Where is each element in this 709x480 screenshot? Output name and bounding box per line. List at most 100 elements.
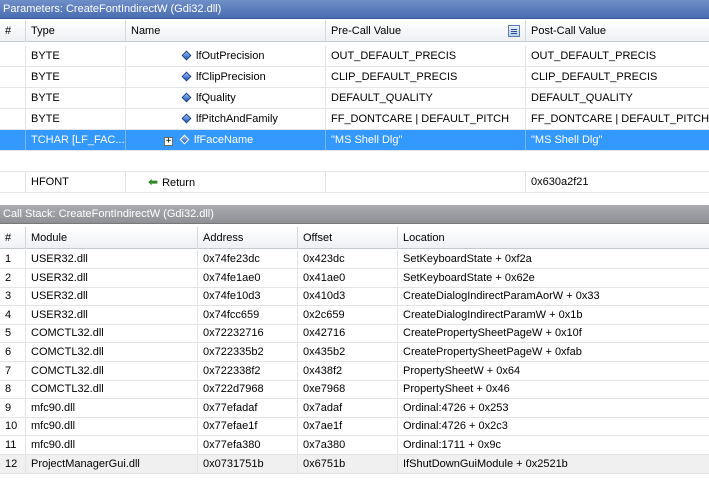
row-num [0, 109, 26, 129]
frame-location: CreateDialogIndirectParamAorW + 0x33 [403, 290, 600, 302]
frame-location: SetKeyboardState + 0x62e [403, 272, 535, 284]
frame-num: 6 [0, 343, 26, 361]
col-header-num[interactable]: # [0, 20, 26, 42]
callstack-row[interactable]: 10 mfc90.dll 0x77efae1f 0x7ae1f Ordinal:4726… [0, 417, 709, 436]
param-name: lfPitchAndFamily [196, 113, 278, 125]
col-header-offset[interactable]: Offset [298, 227, 398, 249]
param-pre-value: DEFAULT_QUALITY [326, 88, 526, 108]
frame-module: USER32.dll [26, 287, 198, 305]
frame-address: 0x74fe10d3 [198, 287, 298, 305]
param-name-cell: lfOutPrecision [126, 46, 326, 66]
frame-module: COMCTL32.dll [26, 380, 198, 398]
param-type: BYTE [26, 67, 126, 87]
row-num [0, 130, 26, 150]
param-row-selected[interactable]: TCHAR [LF_FAC... + lfFaceName "MS Shell D… [0, 130, 709, 151]
frame-module: mfc90.dll [26, 436, 198, 454]
frame-offset: 0x7ae1f [298, 417, 398, 435]
frame-offset: 0x7adaf [298, 399, 398, 417]
frame-address: 0x722d7968 [198, 380, 298, 398]
frame-location: SetKeyboardState + 0xf2a [403, 253, 532, 265]
frame-address: 0x0731751b [198, 455, 298, 473]
return-name: Return [162, 177, 196, 189]
param-icon [181, 71, 192, 82]
row-num [0, 67, 26, 87]
frame-location: PropertySheetW + 0x64 [403, 365, 521, 377]
green-arrow-icon: ⬅ [148, 175, 159, 189]
col-header-pre-call[interactable]: Pre-Call Value [326, 20, 526, 42]
frame-offset: 0x2c659 [298, 306, 398, 324]
frame-location: CreateDialogIndirectParamW + 0x1b [403, 309, 583, 321]
param-name: lfOutPrecision [196, 50, 265, 62]
return-name-cell: ⬅ Return [126, 172, 326, 192]
frame-module: USER32.dll [26, 269, 198, 287]
param-row[interactable]: BYTE lfQuality DEFAULT_QUALITY DEFAULT_Q… [0, 88, 709, 109]
col-header-name[interactable]: Name [126, 20, 326, 42]
frame-offset: 0x438f2 [298, 362, 398, 380]
param-name: lfFaceName [194, 134, 254, 146]
frame-num: 1 [0, 250, 26, 268]
callstack-row[interactable]: 12 ProjectManagerGui.dll 0x0731751b 0x6751b… [0, 455, 709, 474]
callstack-row[interactable]: 4 USER32.dll 0x74fcc659 0x2c659 CreateDialog… [0, 306, 709, 325]
col-header-post-call[interactable]: Post-Call Value [526, 20, 709, 42]
frame-address: 0x722335b2 [198, 343, 298, 361]
callstack-row[interactable]: 9 mfc90.dll 0x77efadaf 0x7adaf Ordinal:4726 … [0, 399, 709, 418]
param-name: lfQuality [196, 92, 236, 104]
col-header-address[interactable]: Address [198, 227, 298, 249]
param-name-cell: + lfFaceName [126, 130, 326, 150]
parameters-panel-title: Parameters: CreateFontIndirectW (Gdi32.d… [0, 0, 709, 19]
frame-offset: 0xe7968 [298, 380, 398, 398]
col-header-num[interactable]: # [0, 227, 26, 249]
param-type: BYTE [26, 109, 126, 129]
parameters-empty-area [0, 193, 709, 205]
frame-offset: 0x6751b [298, 455, 398, 473]
frame-address: 0x74fe23dc [198, 250, 298, 268]
param-type: TCHAR [LF_FAC... [26, 130, 126, 150]
param-row[interactable]: BYTE lfClipPrecision CLIP_DEFAULT_PRECIS… [0, 67, 709, 88]
frame-num: 5 [0, 324, 26, 342]
frame-location: CreatePropertySheetPageW + 0x10f [403, 327, 582, 339]
col-header-type[interactable]: Type [26, 20, 126, 42]
callstack-row[interactable]: 1 USER32.dll 0x74fe23dc 0x423dc SetKeyboardS… [0, 250, 709, 269]
frame-location: Ordinal:1711 + 0x9c [403, 439, 501, 451]
frame-module: ProjectManagerGui.dll [26, 455, 198, 473]
callstack-row[interactable]: 3 USER32.dll 0x74fe10d3 0x410d3 CreateDialog… [0, 287, 709, 306]
frame-num: 9 [0, 399, 26, 417]
param-icon [181, 113, 192, 124]
callstack-row[interactable]: 2 USER32.dll 0x74fe1ae0 0x41ae0 SetKeyboardS… [0, 269, 709, 288]
row-num [0, 46, 26, 66]
frame-location: Ordinal:4726 + 0x2c3 [403, 420, 508, 432]
param-pre-value: OUT_DEFAULT_PRECIS [326, 46, 526, 66]
frame-address: 0x74fe1ae0 [198, 269, 298, 287]
callstack-row[interactable]: 6 COMCTL32.dll 0x722335b2 0x435b2 CreateProp… [0, 343, 709, 362]
param-row[interactable]: BYTE lfPitchAndFamily FF_DONTCARE | DEFA… [0, 109, 709, 130]
param-pre-value: CLIP_DEFAULT_PRECIS [326, 67, 526, 87]
frame-num: 11 [0, 436, 26, 454]
callstack-row[interactable]: 5 COMCTL32.dll 0x72232716 0x42716 CreateProp… [0, 324, 709, 343]
callstack-row[interactable]: 8 COMCTL32.dll 0x722d7968 0xe7968 PropertySh… [0, 380, 709, 399]
frame-num: 10 [0, 417, 26, 435]
return-post-value: 0x630a2f21 [531, 176, 589, 188]
frame-location: IfShutDownGuiModule + 0x2521b [403, 458, 568, 470]
callstack-header: # Module Address Offset Location [0, 227, 709, 249]
param-post-value: FF_DONTCARE | DEFAULT_PITCH [531, 113, 709, 125]
frame-offset: 0x410d3 [298, 287, 398, 305]
frame-offset: 0x435b2 [298, 343, 398, 361]
frame-address: 0x722338f2 [198, 362, 298, 380]
frame-module: COMCTL32.dll [26, 324, 198, 342]
param-row[interactable]: BYTE lfOutPrecision OUT_DEFAULT_PRECIS O… [0, 46, 709, 67]
frame-num: 3 [0, 287, 26, 305]
col-header-location[interactable]: Location [398, 227, 709, 249]
return-row[interactable]: HFONT ⬅ Return 0x630a2f21 [0, 172, 709, 193]
return-pre-value [326, 172, 526, 192]
param-post-value: OUT_DEFAULT_PRECIS [531, 50, 657, 62]
callstack-row[interactable]: 11 mfc90.dll 0x77efa380 0x7a380 Ordinal:1711… [0, 436, 709, 455]
callstack-panel-title: Call Stack: CreateFontIndirectW (Gdi32.d… [0, 205, 709, 224]
plus-expand-icon[interactable]: + [164, 137, 173, 146]
col-header-module[interactable]: Module [26, 227, 198, 249]
frame-location: CreatePropertySheetPageW + 0xfab [403, 346, 582, 358]
callstack-row[interactable]: 7 COMCTL32.dll 0x722338f2 0x438f2 PropertySh… [0, 362, 709, 381]
param-name-cell: lfQuality [126, 88, 326, 108]
frame-num: 2 [0, 269, 26, 287]
column-chooser-icon[interactable] [508, 25, 520, 37]
param-name-cell: lfPitchAndFamily [126, 109, 326, 129]
